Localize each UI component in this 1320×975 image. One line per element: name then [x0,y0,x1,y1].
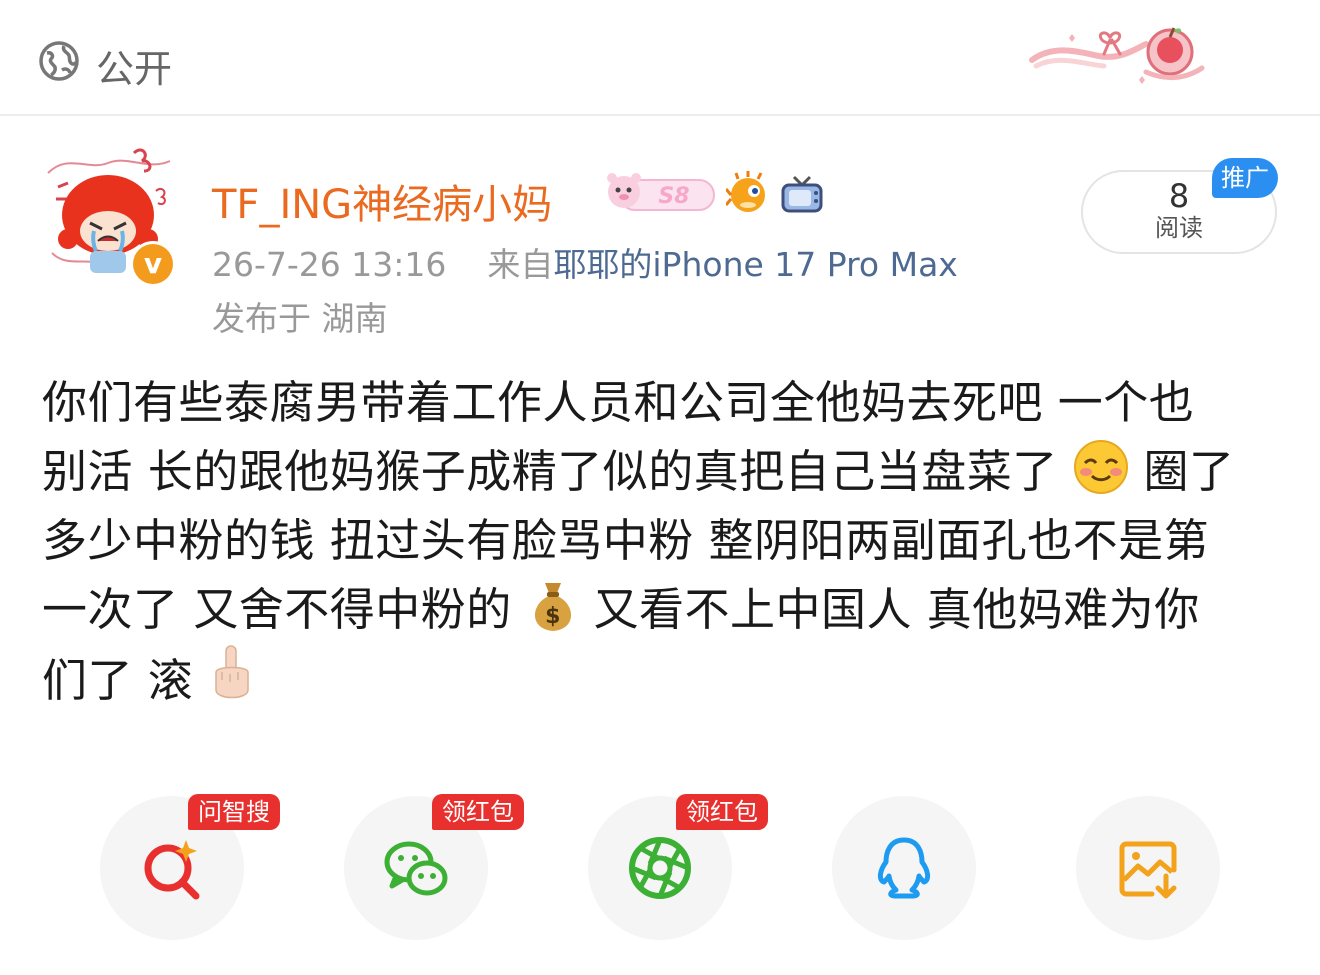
qq-icon [877,837,931,899]
smiling-blush-emoji [1073,440,1128,494]
ai-search-icon [144,840,200,900]
level-badge-icon[interactable]: S8 [602,170,718,218]
user-avatar[interactable]: v [38,143,178,287]
qq-share-button[interactable] [832,796,976,940]
share-tag: 领红包 [676,794,768,830]
globe-icon [39,41,79,81]
post-text: 你们有些泰腐男带着工作人员和公司全他妈去死吧 一个也 别活 长的跟他妈猴子成精了… [42,368,1278,715]
post-line: 们了 滚 [42,644,1278,715]
save-image-share-button[interactable] [1076,796,1220,940]
post-line-segment: 又看不上中国人 真他妈难为你 [593,583,1200,636]
level-badge-text: S8 [658,184,689,209]
pufferfish-badge-icon[interactable] [726,171,772,217]
post-line-segment: 别活 长的跟他妈猴子成精了似的真把自己当盘菜了 [42,445,1058,498]
post-line: 你们有些泰腐男带着工作人员和公司全他妈去死吧 一个也 [42,376,1195,429]
visibility-bar: 公开 [0,0,1320,116]
post-location: 发布于 湖南 [212,299,388,338]
share-tag: 问智搜 [188,794,280,830]
wechat-icon [384,841,448,896]
source-prefix: 来自 [487,245,554,284]
post-line-segment: 们了 滚 [42,654,194,707]
verified-v-icon: v [130,241,176,287]
device-link[interactable]: 耶耶的iPhone 17 Pro Max [553,245,957,284]
middle-finger-emoji [215,645,249,699]
share-bar: 问智搜 领红包 领红包 [0,794,1320,946]
post-timestamp: 26-7-26 13:16 [212,245,447,284]
post-line: 别活 长的跟他妈猴子成精了似的真把自己当盘菜了 圈了 [42,437,1278,506]
share-tag: 领红包 [432,794,524,830]
post-line: 一次了 又舍不得中粉的 $ 又看不上中国人 真他妈难为你 [42,575,1278,644]
tv-badge-icon[interactable] [780,171,824,217]
ribbon-apple-decoration-icon [1029,27,1205,84]
post-line: 多少中粉的钱 扭过头有脸骂中粉 整阴阳两副面孔也不是第 [42,514,1210,567]
user-badges: S8 [602,170,824,218]
money-bag-emoji: $ [534,583,571,631]
post-line-segment: 一次了 又舍不得中粉的 [42,583,512,636]
post-line-segment: 圈了 [1143,445,1235,498]
post-meta: 26-7-26 13:16 来自耶耶的iPhone 17 Pro Max [212,238,958,286]
moments-icon [629,837,691,899]
read-count-label: 阅读 [1155,214,1203,242]
svg-text:$: $ [545,604,561,629]
username[interactable]: TF_ING神经病小妈 [212,172,552,230]
promote-tag[interactable]: 推广 [1212,158,1278,198]
save-image-icon [1119,841,1177,899]
visibility-label[interactable]: 公开 [96,38,172,93]
